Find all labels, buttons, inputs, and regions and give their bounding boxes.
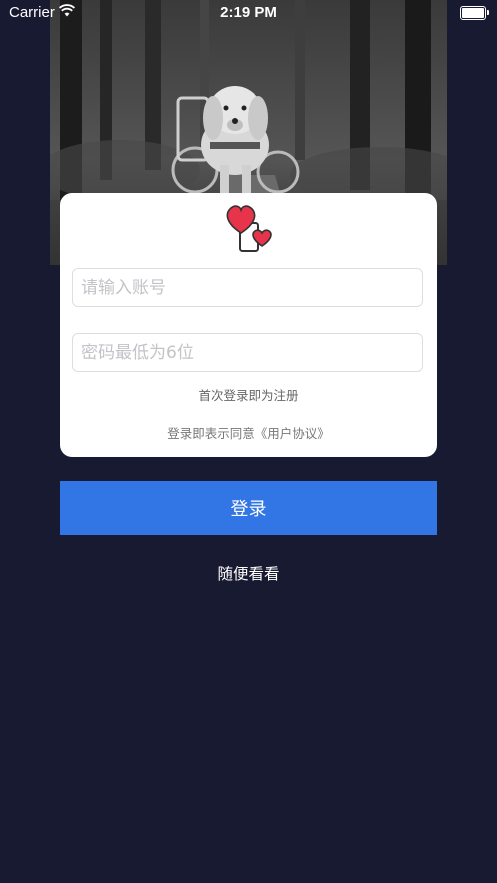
status-bar: Carrier 2:19 PM	[0, 0, 497, 26]
browse-as-guest-link[interactable]: 随便看看	[0, 562, 497, 584]
user-agreement-link[interactable]: 登录即表示同意《用户协议》	[60, 423, 437, 442]
clock: 2:19 PM	[220, 4, 277, 21]
password-input[interactable]	[72, 333, 423, 372]
hearts-icon	[224, 203, 274, 255]
register-hint: 首次登录即为注册	[198, 388, 299, 403]
login-button[interactable]: 登录	[60, 481, 437, 535]
login-card: 首次登录即为注册 登录即表示同意《用户协议》	[60, 193, 437, 457]
account-input[interactable]	[72, 268, 423, 307]
battery-icon	[460, 6, 489, 20]
